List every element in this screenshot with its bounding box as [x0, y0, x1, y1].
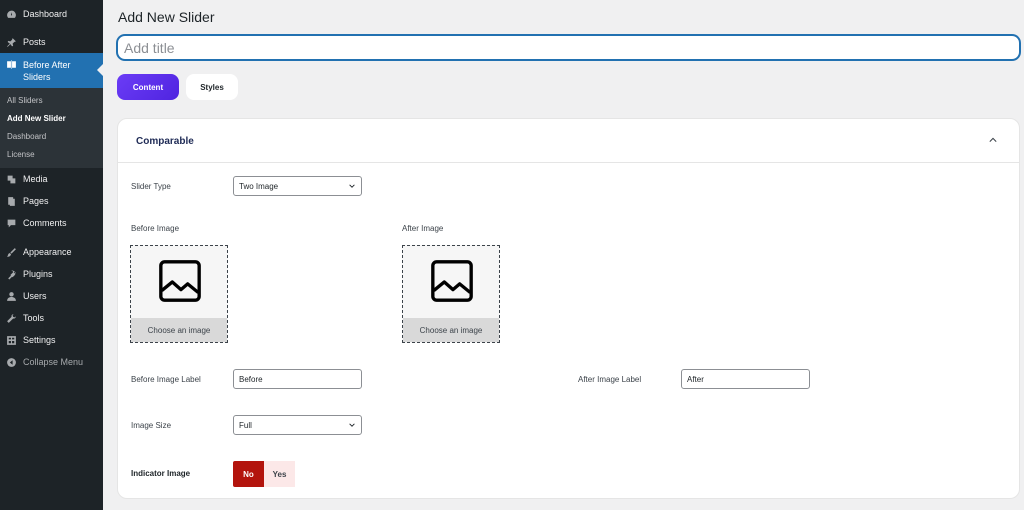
- menu-tools-label: Tools: [23, 313, 45, 323]
- after-image-label: After Image: [402, 224, 444, 233]
- slider-type-select[interactable]: Two Image: [233, 176, 362, 196]
- menu-posts[interactable]: Posts: [0, 32, 103, 52]
- before-image-label: Before Image: [131, 224, 180, 233]
- wrench-icon: [6, 313, 17, 324]
- pin-icon: [6, 37, 17, 48]
- menu-plugins-label: Plugins: [23, 269, 53, 279]
- chevron-up-icon[interactable]: [989, 136, 997, 144]
- tab-content[interactable]: Content: [117, 74, 179, 100]
- slider-icon: [6, 59, 17, 70]
- menu-pages-label: Pages: [23, 196, 49, 206]
- menu-users[interactable]: Users: [0, 286, 103, 306]
- menu-appearance-label: Appearance: [23, 247, 72, 257]
- menu-media-label: Media: [23, 174, 48, 184]
- submenu-add-new-slider[interactable]: Add New Slider: [7, 114, 66, 123]
- menu-users-label: Users: [23, 291, 47, 301]
- menu-dashboard-label: Dashboard: [23, 9, 68, 19]
- panel-title: Comparable: [136, 136, 194, 147]
- admin-sidebar: Dashboard Posts Before After Sliders All…: [0, 0, 103, 510]
- image-icon: [159, 260, 201, 302]
- submenu-license[interactable]: License: [7, 150, 35, 159]
- before-image-label-label: Before Image Label: [131, 375, 201, 384]
- indicator-image-toggle: No Yes: [233, 461, 295, 487]
- chevron-down-icon: [349, 184, 355, 188]
- plug-icon: [6, 269, 17, 280]
- title-input[interactable]: [117, 35, 1020, 60]
- choose-after-image-button[interactable]: Choose an image: [403, 318, 499, 342]
- indicator-yes-option[interactable]: Yes: [264, 461, 295, 487]
- chevron-down-icon: [349, 423, 355, 427]
- menu-settings[interactable]: Settings: [0, 330, 103, 350]
- menu-comments[interactable]: Comments: [0, 213, 103, 233]
- choose-before-image-button[interactable]: Choose an image: [131, 318, 227, 342]
- comments-icon: [6, 218, 17, 229]
- menu-tools[interactable]: Tools: [0, 308, 103, 328]
- panel-header[interactable]: Comparable: [118, 119, 1019, 163]
- sidebar-submenu: All Sliders Add New Slider Dashboard Lic…: [0, 88, 103, 168]
- users-icon: [6, 291, 17, 302]
- menu-plugins[interactable]: Plugins: [0, 264, 103, 284]
- page-title: Add New Slider: [118, 9, 215, 25]
- image-icon: [431, 260, 473, 302]
- menu-pages[interactable]: Pages: [0, 191, 103, 211]
- collapse-icon: [6, 357, 17, 368]
- pages-icon: [6, 196, 17, 207]
- indicator-no-option[interactable]: No: [233, 461, 264, 487]
- menu-posts-label: Posts: [23, 37, 46, 47]
- image-size-select[interactable]: Full: [233, 415, 362, 435]
- after-image-label-label: After Image Label: [578, 375, 642, 384]
- menu-dashboard[interactable]: Dashboard: [0, 4, 103, 24]
- before-image-label-input[interactable]: [233, 369, 362, 389]
- indicator-image-label: Indicator Image: [131, 469, 191, 478]
- menu-collapse[interactable]: Collapse Menu: [0, 352, 103, 372]
- menu-media[interactable]: Media: [0, 169, 103, 189]
- brush-icon: [6, 247, 17, 258]
- menu-comments-label: Comments: [23, 218, 67, 228]
- menu-before-after-sliders[interactable]: Before After Sliders: [0, 53, 103, 88]
- submenu-all-sliders[interactable]: All Sliders: [7, 96, 43, 105]
- after-image-picker[interactable]: Choose an image: [402, 245, 500, 343]
- tab-styles[interactable]: Styles: [186, 74, 238, 100]
- before-image-picker[interactable]: Choose an image: [130, 245, 228, 343]
- after-image-label-input[interactable]: [681, 369, 810, 389]
- menu-settings-label: Settings: [23, 335, 56, 345]
- slider-type-value: Two Image: [239, 181, 279, 191]
- media-icon: [6, 174, 17, 185]
- dashboard-icon: [6, 9, 17, 20]
- image-size-value: Full: [239, 420, 252, 430]
- slider-type-label: Slider Type: [131, 182, 171, 191]
- menu-before-after-label: Before After Sliders: [23, 60, 71, 82]
- submenu-dashboard[interactable]: Dashboard: [7, 132, 46, 141]
- image-size-label: Image Size: [131, 421, 172, 430]
- active-menu-arrow: [97, 64, 103, 76]
- settings-icon: [6, 335, 17, 346]
- menu-collapse-label: Collapse Menu: [23, 357, 84, 367]
- menu-appearance[interactable]: Appearance: [0, 242, 103, 262]
